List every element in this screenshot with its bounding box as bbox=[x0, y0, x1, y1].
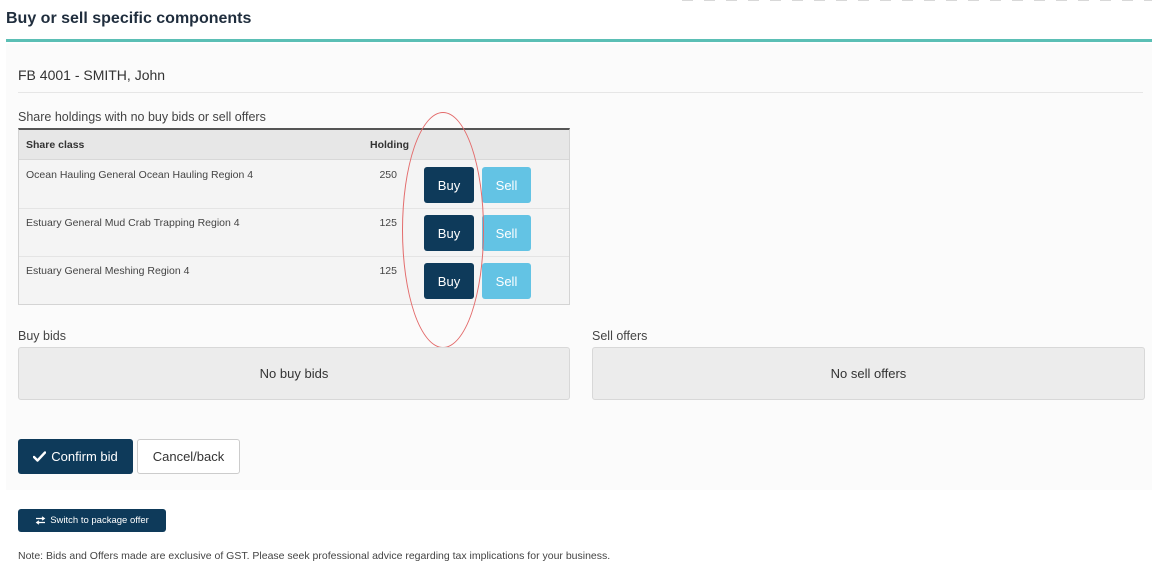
annotation-highlight-ellipse bbox=[402, 112, 484, 348]
share-class-cell: Ocean Hauling General Ocean Hauling Regi… bbox=[26, 169, 254, 181]
table-row: Ocean Hauling General Ocean Hauling Regi… bbox=[19, 161, 569, 209]
buy-bids-empty-text: No buy bids bbox=[259, 366, 329, 381]
sell-button[interactable]: Sell bbox=[482, 263, 531, 299]
member-divider bbox=[18, 92, 1143, 93]
sell-button[interactable]: Sell bbox=[482, 167, 531, 203]
cancel-back-button[interactable]: Cancel/back bbox=[137, 439, 240, 474]
checkmark-icon bbox=[33, 451, 47, 462]
confirm-bid-label: Confirm bid bbox=[51, 449, 118, 464]
sell-button[interactable]: Sell bbox=[482, 215, 531, 251]
buy-bids-box: No buy bids bbox=[18, 347, 570, 400]
share-class-cell: Estuary General Meshing Region 4 bbox=[26, 265, 190, 277]
sell-offers-box: No sell offers bbox=[592, 347, 1145, 400]
switch-label: Switch to package offer bbox=[50, 515, 149, 526]
column-header-holding: Holding bbox=[370, 139, 410, 151]
holdings-table: Share class Holding Ocean Hauling Genera… bbox=[18, 128, 570, 305]
holdings-label: Share holdings with no buy bids or sell … bbox=[18, 110, 266, 124]
member-name: FB 4001 - SMITH, John bbox=[18, 67, 166, 83]
column-header-share-class: Share class bbox=[26, 139, 85, 151]
header-decoration bbox=[682, 0, 1152, 4]
holding-cell: 125 bbox=[379, 265, 397, 277]
table-row: Estuary General Mud Crab Trapping Region… bbox=[19, 209, 569, 257]
holding-cell: 250 bbox=[379, 169, 397, 181]
sell-offers-empty-text: No sell offers bbox=[830, 366, 907, 381]
page-title: Buy or sell specific components bbox=[6, 10, 252, 27]
switch-to-package-offer-button[interactable]: Switch to package offer bbox=[18, 509, 166, 532]
share-class-cell: Estuary General Mud Crab Trapping Region… bbox=[26, 217, 240, 229]
table-header: Share class Holding bbox=[19, 130, 569, 160]
buy-bids-label: Buy bids bbox=[18, 329, 66, 343]
confirm-bid-button[interactable]: Confirm bid bbox=[18, 439, 133, 474]
table-row: Estuary General Meshing Region 4 125 Buy… bbox=[19, 257, 569, 305]
gst-note: Note: Bids and Offers made are exclusive… bbox=[18, 550, 611, 562]
exchange-arrows-icon bbox=[35, 516, 46, 525]
holding-cell: 125 bbox=[379, 217, 397, 229]
title-divider bbox=[6, 39, 1152, 42]
sell-offers-label: Sell offers bbox=[592, 329, 648, 343]
